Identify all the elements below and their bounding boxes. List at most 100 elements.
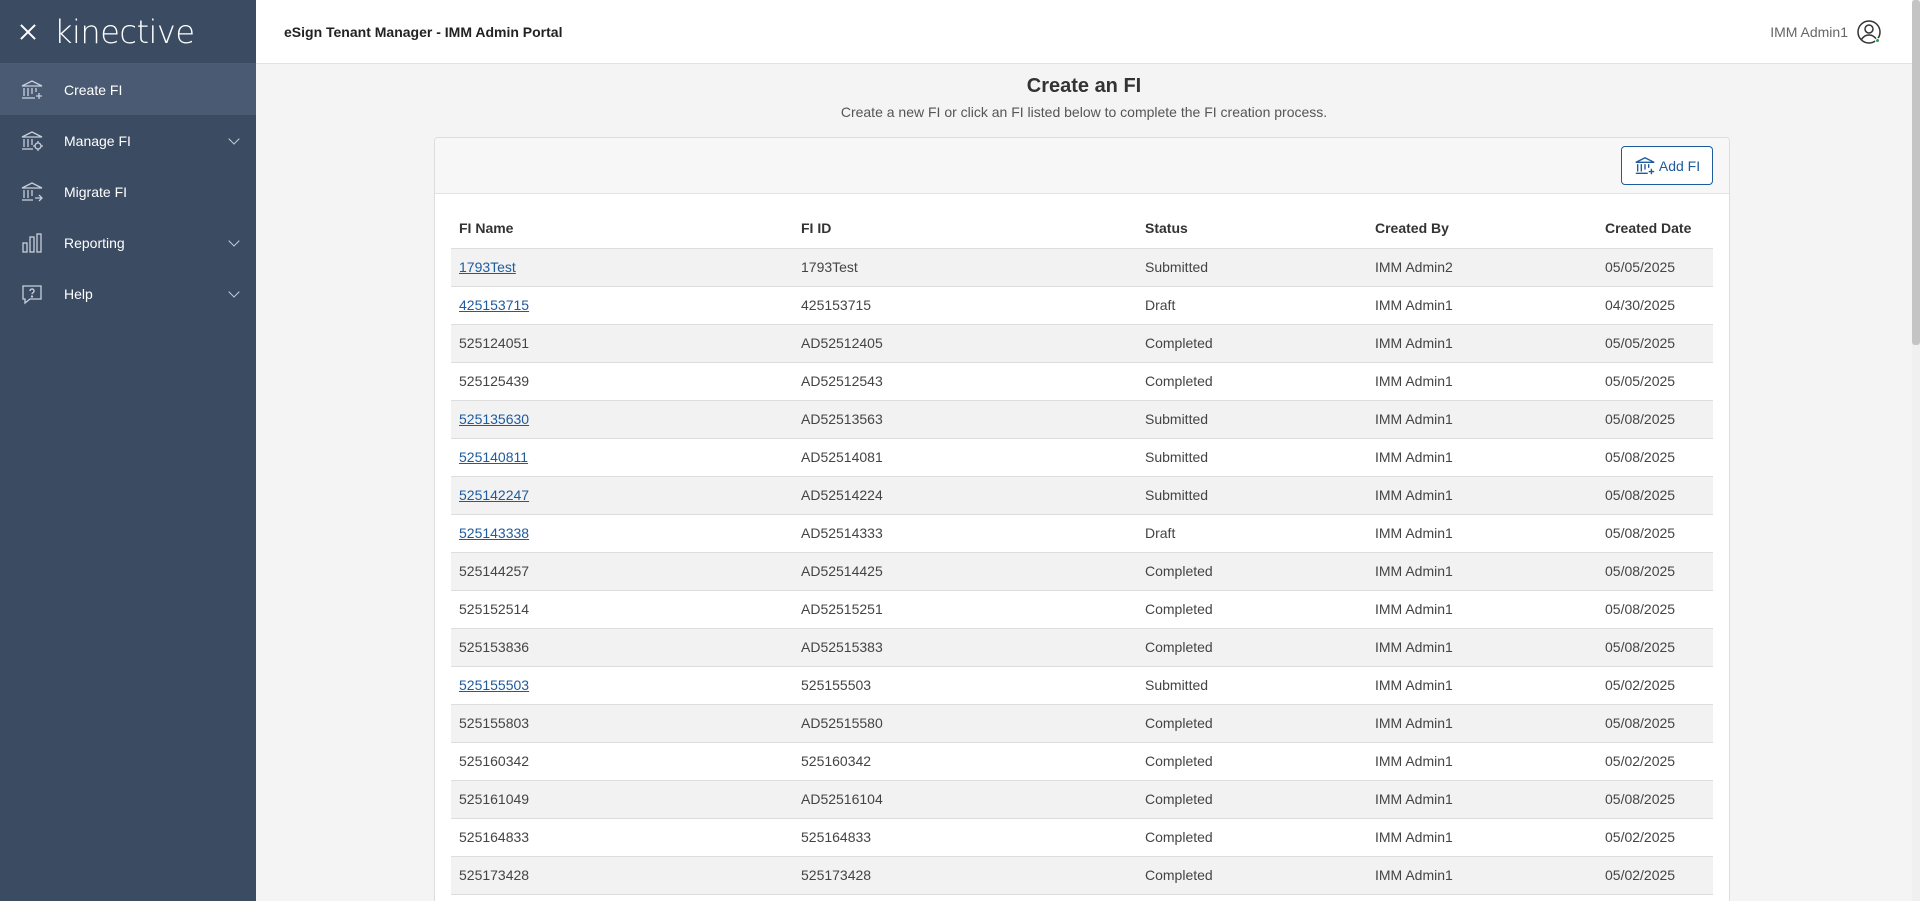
column-header-fi-name[interactable]: FI Name [451,208,793,249]
table-row[interactable]: 525140811 AD52514081 Submitted IMM Admin1 05… [451,438,1713,477]
created-by-cell: IMM Admin1 [1367,742,1597,781]
created-date-cell: 05/08/2025 [1597,628,1713,667]
status-cell: Completed [1137,856,1367,895]
status-cell: Completed [1137,704,1367,743]
fi-name-cell: 525140811 [451,438,793,477]
fi-id-cell: AD52515580 [793,704,1137,743]
column-header-fi-id[interactable]: FI ID [793,208,1137,249]
fi-name-cell: 525164833 [451,818,793,857]
created-date-cell: 05/08/2025 [1597,704,1713,743]
table-body: 1793Test 1793Test Submitted IMM Admin2 05/05… [451,248,1713,895]
sidebar-item-label: Create FI [64,81,123,98]
user-menu[interactable]: IMM Admin1 [1770,19,1882,45]
page-subtitle: Create a new FI or click an FI listed be… [840,104,1328,120]
fi-list-card: Add FI FI Name FI ID Status Created By C… [434,137,1730,901]
fi-name-cell: 525143338 [451,514,793,553]
user-name: IMM Admin1 [1770,23,1848,40]
sidebar-item-help[interactable]: Help [0,268,256,319]
table-row[interactable]: 525155503 525155503 Submitted IMM Admin1 05/… [451,666,1713,705]
created-date-cell: 05/08/2025 [1597,552,1713,591]
status-cell: Submitted [1137,400,1367,439]
fi-name-link[interactable]: 425153715 [459,297,529,313]
table-row[interactable]: 1793Test 1793Test Submitted IMM Admin2 05/05… [451,248,1713,287]
created-by-cell: IMM Admin1 [1367,514,1597,553]
fi-name-link[interactable]: 1793Test [459,259,516,275]
fi-name-cell: 425153715 [451,286,793,325]
table-row[interactable]: 425153715 425153715 Draft IMM Admin1 04/30/2… [451,286,1713,325]
bank-arrow-icon [20,180,44,204]
fi-name-cell: 525135630 [451,400,793,439]
created-by-cell: IMM Admin1 [1367,362,1597,401]
fi-name-link[interactable]: 525142247 [459,487,529,503]
created-date-cell: 05/02/2025 [1597,666,1713,705]
fi-id-cell: AD52514081 [793,438,1137,477]
status-cell: Submitted [1137,476,1367,515]
fi-id-cell: AD52515383 [793,628,1137,667]
fi-id-cell: AD52514224 [793,476,1137,515]
fi-name-cell: 525152514 [451,590,793,629]
status-cell: Completed [1137,324,1367,363]
sidebar-item-label: Manage FI [64,132,131,149]
close-icon[interactable] [20,24,36,40]
sidebar-item-reporting[interactable]: Reporting [0,217,256,268]
bank-add-icon [20,78,44,102]
fi-id-cell: AD52512543 [793,362,1137,401]
fi-id-cell: AD52513563 [793,400,1137,439]
scrollbar[interactable] [1912,0,1920,901]
status-cell: Completed [1137,818,1367,857]
table-row: 525160342 525160342 Completed IMM Admin1 05/… [451,742,1713,781]
sidebar-item-migrate-fi[interactable]: Migrate FI [0,166,256,217]
table-row[interactable]: 525135630 AD52513563 Submitted IMM Admin1 05… [451,400,1713,439]
sidebar-item-manage-fi[interactable]: Manage FI [0,115,256,166]
table-row: 525173428 525173428 Completed IMM Admin1 05/… [451,856,1713,895]
fi-name-link[interactable]: 525135630 [459,411,529,427]
user-avatar-icon[interactable] [1856,19,1882,45]
fi-name-cell: 525153836 [451,628,793,667]
column-header-status[interactable]: Status [1137,208,1367,249]
logo: kinective [54,12,195,51]
add-fi-label: Add FI [1658,157,1701,174]
table-row[interactable]: 525142247 AD52514224 Submitted IMM Admin1 05… [451,476,1713,515]
status-cell: Completed [1137,780,1367,819]
scrollbar-thumb[interactable] [1912,0,1920,345]
column-header-created-by[interactable]: Created By [1367,208,1597,249]
main-content: Create an FI Create a new FI or click an… [256,64,1912,901]
created-date-cell: 05/02/2025 [1597,742,1713,781]
fi-id-cell: 525164833 [793,818,1137,857]
chevron-down-icon [228,286,240,298]
status-cell: Completed [1137,742,1367,781]
help-icon [20,282,44,306]
status-cell: Completed [1137,628,1367,667]
fi-name-cell: 1793Test [451,248,793,287]
created-by-cell: IMM Admin1 [1367,476,1597,515]
fi-id-cell: AD52512405 [793,324,1137,363]
fi-name-link[interactable]: 525155503 [459,677,529,693]
fi-id-cell: 1793Test [793,248,1137,287]
created-by-cell: IMM Admin1 [1367,856,1597,895]
table-row: 525161049 AD52516104 Completed IMM Admin1 05… [451,780,1713,819]
created-date-cell: 05/08/2025 [1597,400,1713,439]
created-date-cell: 04/30/2025 [1597,286,1713,325]
table-row[interactable]: 525143338 AD52514333 Draft IMM Admin1 05/08/… [451,514,1713,553]
column-header-created-date[interactable]: Created Date [1597,208,1713,249]
created-date-cell: 05/05/2025 [1597,324,1713,363]
created-by-cell: IMM Admin2 [1367,248,1597,287]
created-by-cell: IMM Admin1 [1367,666,1597,705]
status-cell: Submitted [1137,438,1367,477]
status-cell: Completed [1137,590,1367,629]
add-fi-button[interactable]: Add FI [1621,146,1713,185]
table-row: 525155803 AD52515580 Completed IMM Admin1 05… [451,704,1713,743]
created-by-cell: IMM Admin1 [1367,286,1597,325]
created-date-cell: 05/08/2025 [1597,590,1713,629]
fi-name-cell: 525161049 [451,780,793,819]
created-by-cell: IMM Admin1 [1367,780,1597,819]
status-cell: Completed [1137,552,1367,591]
created-date-cell: 05/05/2025 [1597,248,1713,287]
sidebar-item-create-fi[interactable]: Create FI [0,64,256,115]
created-date-cell: 05/02/2025 [1597,856,1713,895]
fi-id-cell: 525173428 [793,856,1137,895]
fi-name-link[interactable]: 525140811 [459,449,528,465]
table-row: 525125439 AD52512543 Completed IMM Admin1 05… [451,362,1713,401]
fi-name-link[interactable]: 525143338 [459,525,529,541]
sidebar-item-label: Reporting [64,234,125,251]
